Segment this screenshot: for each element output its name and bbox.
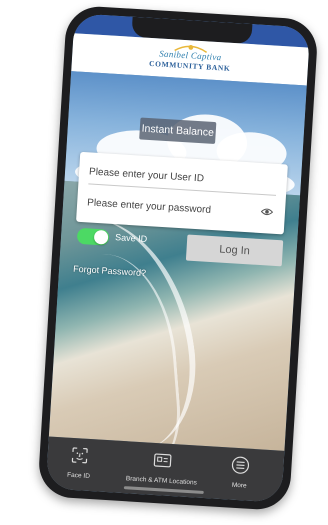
user-id-input[interactable]: [88, 159, 278, 195]
tab-face-id-label: Face ID: [66, 471, 91, 481]
show-password-eye-icon[interactable]: [260, 207, 274, 217]
toggle-knob: [93, 229, 109, 245]
user-id-field: [88, 159, 278, 196]
home-indicator: [123, 486, 204, 495]
menu-icon: [231, 456, 250, 474]
save-id-label: Save ID: [114, 232, 148, 245]
login-form: [76, 151, 288, 235]
map-card-icon: [153, 453, 172, 468]
app-screen: Sanibel Captiva COMMUNITY BANK Instant B…: [45, 13, 311, 503]
tab-branch-atm-locations[interactable]: Branch & ATM Locations: [116, 449, 208, 487]
tab-more-label: More: [231, 481, 247, 490]
phone-frame: Sanibel Captiva COMMUNITY BANK Instant B…: [37, 4, 319, 512]
tab-face-id[interactable]: Face ID: [56, 445, 102, 481]
save-id-toggle[interactable]: [76, 227, 110, 246]
password-field: [86, 190, 276, 226]
tab-branch-atm-label: Branch & ATM Locations: [125, 475, 198, 487]
face-id-icon: [71, 447, 88, 464]
instant-balance-button[interactable]: Instant Balance: [139, 117, 217, 145]
password-input[interactable]: [86, 190, 276, 226]
tab-more[interactable]: More: [214, 455, 266, 491]
